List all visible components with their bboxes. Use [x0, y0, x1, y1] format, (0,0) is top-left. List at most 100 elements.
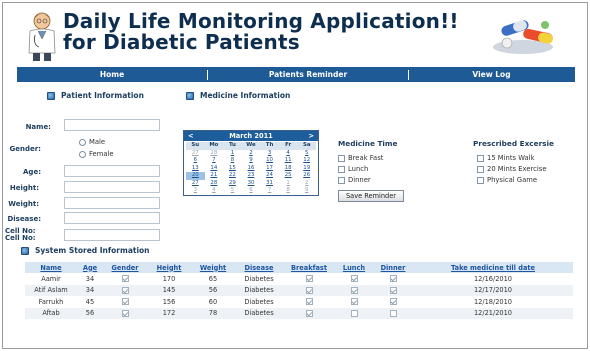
cell-gender: [103, 296, 147, 308]
height-input[interactable]: [64, 181, 160, 193]
col-header-disease[interactable]: Disease: [235, 262, 283, 273]
checkbox-icon: [389, 309, 397, 317]
calendar-month-label: March 2011: [229, 132, 273, 140]
calendar-day[interactable]: 9: [297, 187, 316, 195]
table-header-row: Name Age Gender Height Weight Disease Br…: [25, 262, 573, 273]
calendar-day[interactable]: 4: [205, 187, 224, 195]
col-header-name[interactable]: Name: [25, 262, 77, 273]
calendar-day[interactable]: 26: [297, 172, 316, 180]
cell-disease: Diabetes: [235, 307, 283, 319]
save-reminder-button[interactable]: Save Reminder: [338, 190, 404, 202]
calendar-day[interactable]: 25: [279, 172, 298, 180]
checkbox-icon: [121, 275, 129, 283]
col-header-gender[interactable]: Gender: [103, 262, 147, 273]
calendar-day-of-week: We: [241, 142, 261, 150]
calendar-day[interactable]: 3: [260, 150, 279, 158]
medicine-time-heading: Medicine Time: [338, 139, 398, 148]
calendar-day[interactable]: 11: [279, 157, 298, 165]
checkbox-icon: [338, 165, 345, 173]
calendar-day[interactable]: 2: [242, 150, 261, 158]
cell-disease: Diabetes: [235, 284, 283, 296]
calendar-prev-button[interactable]: <: [188, 132, 194, 140]
cell-date: 12/18/2010: [473, 297, 512, 306]
physical-game-checkbox[interactable]: Physical Game: [477, 176, 537, 184]
checkbox-icon: [305, 298, 313, 306]
calendar-day[interactable]: 31: [260, 180, 279, 188]
calendar-day[interactable]: 14: [205, 165, 224, 173]
checkbox-icon: [477, 165, 484, 173]
calendar-day[interactable]: 8: [223, 157, 242, 165]
nav-home[interactable]: Home: [17, 70, 207, 79]
calendar-day[interactable]: 3: [186, 187, 205, 195]
cell-dinner: [373, 284, 413, 296]
calendar-day[interactable]: 8: [279, 187, 298, 195]
calendar-day[interactable]: 2: [297, 180, 316, 188]
calendar-day[interactable]: 18: [279, 165, 298, 173]
calendar-day[interactable]: 1: [223, 150, 242, 158]
col-header-breakfast[interactable]: Breakfast: [283, 262, 335, 273]
calendar-day[interactable]: 15: [223, 165, 242, 173]
checkbox-icon: [389, 298, 397, 306]
col-header-take-medicine-till-date[interactable]: Take medicine till date: [413, 262, 573, 273]
name-input[interactable]: [64, 119, 160, 131]
exercise-checkbox[interactable]: 20 Mints Exercise: [477, 165, 547, 173]
breakfast-checkbox[interactable]: Break Fast: [338, 154, 383, 162]
nav-patients-reminder[interactable]: Patients Reminder: [208, 70, 408, 79]
calendar-day[interactable]: 12: [297, 157, 316, 165]
lunch-checkbox[interactable]: Lunch: [338, 165, 368, 173]
calendar-day[interactable]: 6: [242, 187, 261, 195]
calendar-day[interactable]: 28: [205, 180, 224, 188]
calendar-day[interactable]: 29: [223, 180, 242, 188]
col-header-weight[interactable]: Weight: [191, 262, 235, 273]
checkbox-icon: [350, 275, 358, 283]
calendar-day[interactable]: 27: [186, 180, 205, 188]
calendar-day[interactable]: 21: [205, 172, 224, 180]
calendar-next-button[interactable]: >: [308, 132, 314, 140]
calendar-day[interactable]: 20: [186, 172, 205, 180]
calendar-day[interactable]: 4: [279, 150, 298, 158]
calendar-day[interactable]: 6: [186, 157, 205, 165]
disease-input[interactable]: [64, 212, 160, 224]
cell-lunch: [335, 296, 373, 308]
col-header-lunch[interactable]: Lunch: [335, 262, 373, 273]
calendar-day[interactable]: 24: [260, 172, 279, 180]
section-medicine-information: Medicine Information: [186, 91, 290, 100]
walk-checkbox[interactable]: 15 Mints Walk: [477, 154, 535, 162]
cell-gender: [103, 284, 147, 296]
gender-female-radio[interactable]: Female: [79, 150, 114, 158]
weight-input[interactable]: [64, 197, 160, 209]
col-header-age[interactable]: Age: [77, 262, 103, 273]
col-header-height[interactable]: Height: [147, 262, 191, 273]
col-header-dinner[interactable]: Dinner: [373, 262, 413, 273]
calendar-day[interactable]: 7: [205, 157, 224, 165]
calendar-day[interactable]: 23: [242, 172, 261, 180]
table-body: Aamir 34 170 65 Diabetes 12/16/2010 Atif Aslam…: [25, 273, 573, 319]
nav-view-log[interactable]: View Log: [409, 70, 574, 79]
calendar-day[interactable]: 9: [242, 157, 261, 165]
calendar-day[interactable]: 13: [186, 165, 205, 173]
calendar-day[interactable]: 27: [186, 150, 205, 158]
calendar-day[interactable]: 1: [279, 180, 298, 188]
calendar-day[interactable]: 5: [223, 187, 242, 195]
calendar-day[interactable]: 7: [260, 187, 279, 195]
app-title-line-1: Daily Life Monitoring Application!!: [63, 9, 459, 33]
cell-input[interactable]: [64, 229, 160, 241]
cell-breakfast: [283, 307, 335, 319]
table-row: Farrukh 45 156 60 Diabetes 12/18/2010: [25, 296, 573, 308]
calendar-day[interactable]: 30: [242, 180, 261, 188]
age-input[interactable]: [64, 165, 160, 177]
dinner-checkbox[interactable]: Dinner: [338, 176, 371, 184]
calendar-day[interactable]: 17: [260, 165, 279, 173]
gender-male-radio[interactable]: Male: [79, 138, 105, 146]
calendar-day[interactable]: 16: [242, 165, 261, 173]
calendar-day[interactable]: 10: [260, 157, 279, 165]
calendar-day[interactable]: 19: [297, 165, 316, 173]
calendar-day[interactable]: 5: [297, 150, 316, 158]
cell-age: 45: [85, 297, 95, 306]
cell-breakfast: [283, 284, 335, 296]
calendar-day[interactable]: 22: [223, 172, 242, 180]
calendar-day[interactable]: 28: [205, 150, 224, 158]
checkbox-icon: [121, 298, 129, 306]
cell-gender: [103, 273, 147, 285]
exercise-heading: Prescribed Excersie: [473, 139, 554, 148]
